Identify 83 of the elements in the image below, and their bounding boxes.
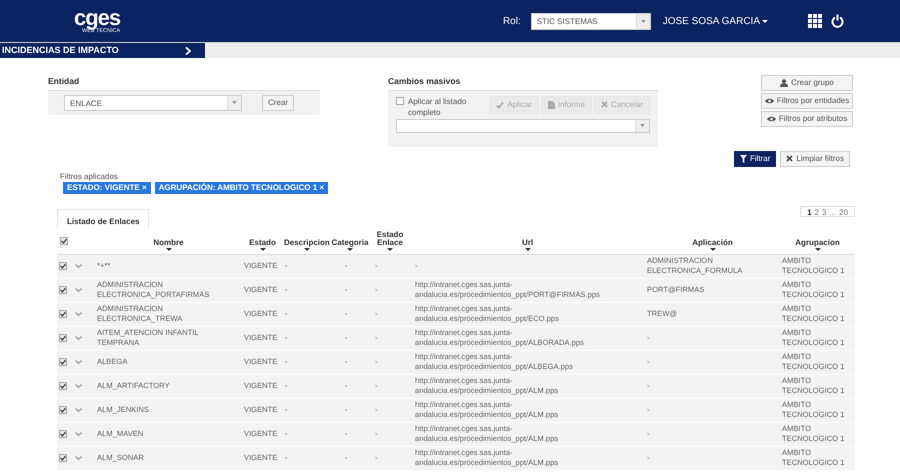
check-icon [496, 100, 504, 109]
filter-button[interactable]: Filtrar [734, 150, 776, 167]
check-icon [60, 383, 66, 390]
column-header[interactable]: Descripcion [284, 238, 329, 247]
filter-tag[interactable]: ESTADO: VIGENTE × [63, 182, 151, 194]
column-header[interactable]: Estado Enlace [371, 230, 409, 247]
checkbox[interactable] [59, 358, 67, 366]
sort-icon[interactable] [387, 248, 393, 251]
close-icon [786, 155, 794, 162]
chevron-down-icon[interactable] [75, 432, 82, 437]
chevron-down-icon[interactable] [75, 264, 82, 269]
check-icon [61, 238, 67, 244]
page-link[interactable]: 3 [822, 208, 826, 215]
chevron-down-icon[interactable] [75, 456, 82, 461]
dropdown-arrow-icon [232, 101, 237, 104]
filter-icon [740, 154, 747, 163]
entity-select[interactable]: ENLACE [64, 94, 242, 111]
checkbox[interactable] [60, 236, 68, 245]
check-icon [60, 407, 66, 414]
applied-filters-label: Filtros aplicados [60, 172, 119, 182]
eye-icon [764, 98, 774, 104]
checkbox[interactable] [59, 382, 67, 390]
document-icon [548, 100, 555, 109]
power-icon[interactable] [831, 14, 844, 28]
user-icon [780, 79, 788, 87]
check-icon [60, 359, 66, 366]
dropdown-arrow-icon [640, 124, 645, 128]
side-button[interactable]: Crear grupo [761, 75, 853, 91]
column-header[interactable]: Categoria [331, 238, 369, 247]
column-header[interactable]: Agrupacion [781, 238, 854, 247]
checkbox[interactable] [59, 286, 67, 294]
checkbox[interactable] [59, 454, 67, 462]
chevron-right-icon [185, 46, 191, 54]
close-icon [600, 101, 608, 108]
check-icon [60, 431, 66, 438]
column-header[interactable]: Url [411, 238, 644, 247]
chevron-down-icon[interactable] [75, 288, 82, 293]
role-select[interactable]: STIC SISTEMAS [530, 12, 651, 30]
column-header[interactable]: Estado [243, 238, 282, 247]
create-button[interactable]: Crear [262, 94, 294, 111]
sort-icon[interactable] [166, 248, 172, 251]
user-menu[interactable]: JOSE SOSA GARCIA [662, 14, 768, 28]
sort-icon[interactable] [524, 248, 530, 251]
page-link[interactable]: 2 [814, 208, 819, 215]
sort-icon[interactable] [710, 248, 716, 251]
page-link[interactable]: ... [829, 208, 836, 215]
side-button[interactable]: Filtros por atributos [761, 111, 853, 127]
role-label: Rol: [502, 14, 521, 28]
apps-grid-icon[interactable] [808, 14, 822, 28]
logo-text: cges [74, 8, 120, 28]
checkbox[interactable] [59, 334, 67, 342]
checkbox[interactable] [59, 406, 67, 414]
chevron-down-icon[interactable] [75, 312, 82, 317]
check-icon [60, 263, 66, 270]
check-icon [60, 287, 66, 294]
sort-icon[interactable] [260, 248, 266, 251]
caret-icon [762, 20, 768, 22]
column-header[interactable]: Aplicación [646, 238, 779, 247]
check-icon [60, 335, 66, 342]
checkbox[interactable] [59, 310, 67, 318]
checkbox[interactable] [59, 430, 67, 438]
check-icon [60, 455, 66, 462]
list-tab[interactable]: Listado de Enlaces [57, 208, 150, 229]
checkbox[interactable] [396, 96, 404, 105]
column-header[interactable]: Nombre [96, 238, 241, 247]
page-link[interactable]: 20 [839, 208, 848, 215]
checkbox[interactable] [59, 262, 67, 270]
check-icon [60, 311, 66, 318]
chevron-down-icon[interactable] [75, 360, 82, 365]
chevron-down-icon[interactable] [75, 336, 82, 341]
checkbox-label: Aplicar al listado completo [408, 96, 468, 118]
filter-tag[interactable]: AGRUPACIÓN: AMBITO TECNOLOGICO 1 × [154, 182, 328, 194]
sort-icon[interactable] [304, 248, 310, 251]
eye-icon [766, 116, 776, 122]
page-link[interactable]: 1 [807, 208, 812, 215]
side-button[interactable]: Filtros por entidades [761, 93, 853, 109]
sort-icon[interactable] [814, 248, 820, 251]
filter-button[interactable]: Limpiar filtros [780, 150, 850, 167]
breadcrumb-tab[interactable]: INCIDENCIAS DE IMPACTO [0, 43, 205, 58]
dropdown-arrow-icon [640, 20, 646, 22]
chevron-down-icon[interactable] [75, 384, 82, 389]
chevron-down-icon[interactable] [75, 408, 82, 413]
sort-icon[interactable] [347, 248, 353, 251]
